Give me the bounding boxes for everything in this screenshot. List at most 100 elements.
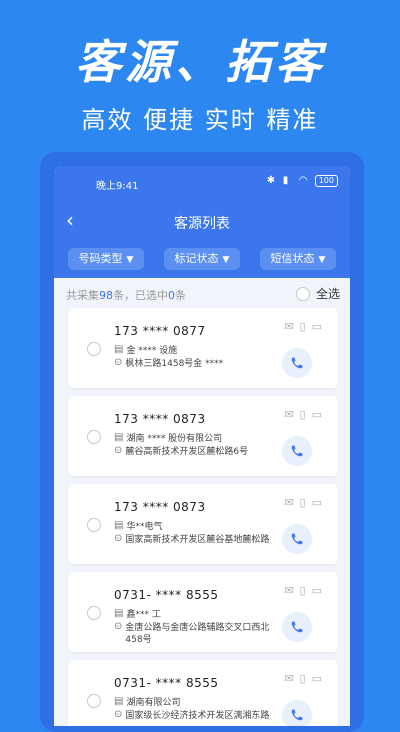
mobile-icon[interactable]: ▭ (312, 408, 322, 421)
filter-label: 标记状态 (174, 252, 219, 265)
call-button[interactable] (282, 700, 312, 726)
item-phone: 173 **** 0873 (114, 500, 206, 514)
mobile-icon[interactable]: ▭ (312, 320, 322, 333)
building-icon: ▤ (114, 519, 124, 531)
item-company: 鑫*** 工 (126, 610, 161, 620)
building-icon: ▤ (114, 431, 124, 443)
list-item[interactable]: 173 **** 0873 ▤ 华**电气 ⊙ 国家高新技术开发区麓谷基地麓松路 ✉… (68, 484, 338, 564)
summary-middle: 条，已选中 (113, 289, 168, 302)
item-address: 枫林三路1458号金 **** (125, 359, 224, 369)
summary-bar: 共采集98条，已选中0条 全选 (54, 278, 350, 308)
phone-icon (291, 445, 303, 457)
filter-mark-status[interactable]: 标记状态 ▼ (164, 248, 240, 270)
filter-bar: 号码类型 ▼ 标记状态 ▼ 短信状态 ▼ (54, 244, 350, 278)
item-radio[interactable] (87, 606, 101, 620)
note-icon[interactable]: ▯ (300, 496, 306, 509)
location-pin-icon: ⊙ (114, 533, 123, 544)
mobile-icon[interactable]: ▭ (312, 584, 322, 597)
location-pin-icon: ⊙ (114, 621, 123, 632)
hero-subtitle: 高效 便捷 实时 精准 (81, 106, 319, 134)
phone-icon (291, 533, 303, 545)
location-pin-icon: ⊙ (114, 357, 123, 368)
item-company: 湖南有限公司 (126, 698, 181, 708)
phone-mockup: 晚上9:41 ✱ ▮ ◠ 100 ‹ 客源列表 号码类型 ▼ 标记状态 ▼ 短信状态… (40, 152, 364, 732)
note-icon[interactable]: ▯ (300, 320, 306, 333)
building-icon: ▤ (114, 607, 124, 619)
summary-text: 共采集98条，已选中0条 (66, 287, 186, 303)
item-phone: 173 **** 0873 (114, 412, 206, 426)
item-address-row: ⊙ 金唐公路与金唐公路辅路交叉口西北458号 (114, 622, 284, 646)
item-radio[interactable] (87, 342, 101, 356)
list-item[interactable]: 173 **** 0877 ▤ 金 **** 设施 ⊙ 枫林三路1458号金 ***… (68, 308, 338, 388)
call-button[interactable] (282, 612, 312, 642)
mobile-icon[interactable]: ▭ (312, 672, 322, 685)
list-item[interactable]: 0731- **** 8555 ▤ 鑫*** 工 ⊙ 金唐公路与金唐公路辅路交叉口西… (68, 572, 338, 652)
filter-label: 号码类型 (78, 252, 123, 265)
phone-icon (291, 621, 303, 633)
item-phone: 0731- **** 8555 (114, 676, 219, 690)
select-all[interactable]: 全选 (295, 285, 340, 302)
status-bar: 晚上9:41 ✱ ▮ ◠ 100 (54, 166, 350, 200)
note-icon[interactable]: ▯ (300, 408, 306, 421)
item-address: 麓谷高新技术开发区麓松路6号 (125, 447, 249, 457)
call-button[interactable] (282, 436, 312, 466)
item-address-row: ⊙ 麓谷高新技术开发区麓松路6号 (114, 446, 284, 458)
item-address-row: ⊙ 国家级长沙经济技术开发区漓湘东路 (114, 710, 284, 722)
envelope-icon[interactable]: ✉ (284, 672, 293, 685)
item-address: 国家级长沙经济技术开发区漓湘东路 (125, 711, 270, 721)
item-company-row: ▤ 湖南 **** 股份有限公司 (114, 431, 222, 444)
mobile-icon[interactable]: ▭ (312, 496, 322, 509)
filter-label: 短信状态 (270, 252, 315, 265)
envelope-icon[interactable]: ✉ (284, 408, 293, 421)
item-radio[interactable] (87, 430, 101, 444)
item-address: 金唐公路与金唐公路辅路交叉口西北458号 (125, 623, 270, 645)
hero-title: 客源、拓客 (75, 35, 325, 89)
location-pin-icon: ⊙ (114, 709, 123, 720)
status-time: 晚上9:41 (96, 181, 139, 192)
item-company: 湖南 **** 股份有限公司 (126, 434, 223, 444)
note-icon[interactable]: ▯ (300, 584, 306, 597)
item-phone: 0731- **** 8555 (114, 588, 219, 602)
phone-icon (291, 357, 303, 369)
note-icon[interactable]: ▯ (300, 672, 306, 685)
summary-prefix: 共采集 (66, 289, 99, 302)
summary-suffix: 条 (175, 289, 186, 302)
building-icon: ▤ (114, 343, 124, 355)
battery-icon: 100 (314, 175, 338, 187)
item-company-row: ▤ 金 **** 设施 (114, 343, 177, 356)
filter-number-type[interactable]: 号码类型 ▼ (68, 248, 144, 270)
item-company-row: ▤ 鑫*** 工 (114, 607, 161, 620)
envelope-icon[interactable]: ✉ (284, 584, 293, 597)
caret-down-icon: ▼ (222, 255, 230, 265)
item-company: 华**电气 (126, 522, 163, 532)
item-company-row: ▤ 华**电气 (114, 519, 162, 532)
list-item[interactable]: 173 **** 0873 ▤ 湖南 **** 股份有限公司 ⊙ 麓谷高新技术开发区… (68, 396, 338, 476)
filter-sms-status[interactable]: 短信状态 ▼ (260, 248, 336, 270)
signal-icon: ▮ (282, 175, 289, 186)
nav-bar: ‹ 客源列表 (54, 200, 350, 244)
item-address: 国家高新技术开发区麓谷基地麓松路 (125, 535, 270, 545)
building-icon: ▤ (114, 695, 124, 707)
page-title: 客源列表 (174, 216, 230, 232)
phone-icon (291, 709, 303, 721)
item-address-row: ⊙ 国家高新技术开发区麓谷基地麓松路 (114, 534, 284, 546)
item-radio[interactable] (87, 694, 101, 708)
wifi-icon: ◠ (298, 175, 308, 186)
call-button[interactable] (282, 348, 312, 378)
call-button[interactable] (282, 524, 312, 554)
envelope-icon[interactable]: ✉ (284, 320, 293, 333)
caret-down-icon: ▼ (126, 255, 134, 265)
list-item[interactable]: 0731- **** 8555 ▤ 湖南有限公司 ⊙ 国家级长沙经济技术开发区漓湘东… (68, 660, 338, 726)
item-company: 金 **** 设施 (126, 346, 178, 356)
envelope-icon[interactable]: ✉ (284, 496, 293, 509)
location-pin-icon: ⊙ (114, 445, 123, 456)
item-company-row: ▤ 湖南有限公司 (114, 695, 180, 708)
select-all-radio[interactable] (295, 286, 310, 301)
select-all-label: 全选 (315, 287, 340, 301)
item-address-row: ⊙ 枫林三路1458号金 **** (114, 358, 284, 370)
summary-selected: 0 (168, 289, 175, 302)
app-screen: 晚上9:41 ✱ ▮ ◠ 100 ‹ 客源列表 号码类型 ▼ 标记状态 ▼ 短信状态… (54, 166, 350, 726)
bluetooth-icon: ✱ (266, 175, 276, 186)
summary-count: 98 (99, 289, 113, 302)
item-radio[interactable] (87, 518, 101, 532)
